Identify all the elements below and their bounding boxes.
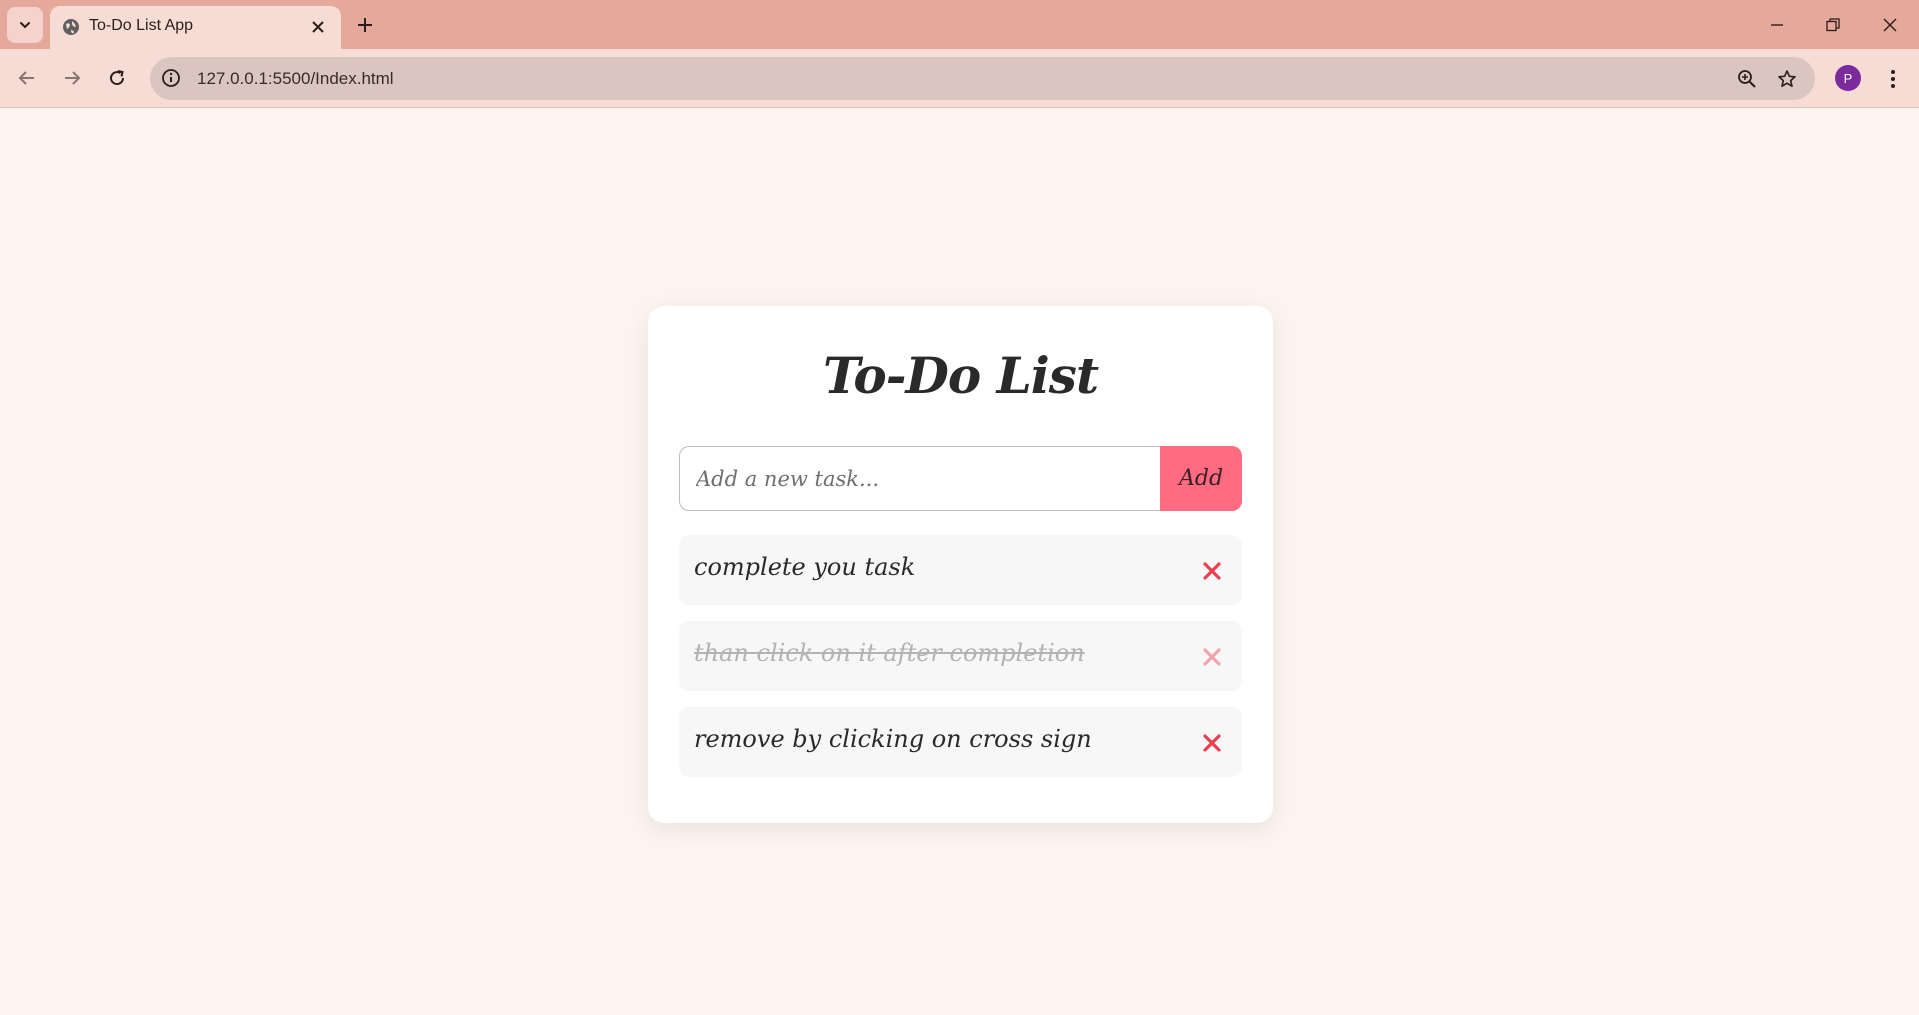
tab-search-button[interactable] — [7, 7, 43, 43]
task-input[interactable] — [679, 446, 1160, 511]
task-item[interactable]: than click on it after completion — [679, 621, 1242, 691]
minimize-button[interactable] — [1762, 10, 1792, 40]
task-item[interactable]: complete you task — [679, 535, 1242, 605]
more-vertical-icon — [1891, 70, 1895, 88]
page-title: To-Do List — [822, 346, 1099, 405]
close-icon — [1203, 734, 1221, 752]
site-info-icon[interactable] — [160, 67, 182, 89]
browser-tab[interactable]: To-Do List App — [50, 6, 341, 49]
delete-task-button[interactable] — [1200, 731, 1224, 755]
window-close-button[interactable] — [1875, 10, 1905, 40]
task-list: complete you task than click on it after … — [679, 535, 1242, 793]
close-icon — [1883, 18, 1897, 32]
zoom-in-icon — [1738, 70, 1756, 88]
reload-button[interactable] — [101, 62, 133, 94]
close-icon — [1203, 562, 1221, 580]
add-button[interactable]: Add — [1160, 446, 1242, 511]
task-text: than click on it after completion — [694, 639, 1085, 667]
browser-tab-strip: To-Do List App — [0, 0, 1919, 49]
task-text: complete you task — [694, 553, 916, 581]
zoom-button[interactable] — [1735, 67, 1759, 91]
reload-icon — [110, 70, 125, 86]
bookmark-button[interactable] — [1775, 67, 1799, 91]
todo-card: To-Do List Add complete you task than cli… — [648, 306, 1273, 823]
back-button[interactable] — [11, 62, 43, 94]
address-bar[interactable]: 127.0.0.1:5500/Index.html — [150, 57, 1815, 100]
plus-icon — [358, 18, 372, 32]
arrow-left-icon — [18, 71, 34, 85]
minimize-icon — [1771, 24, 1783, 26]
chevron-down-icon — [20, 22, 30, 29]
tab-title: To-Do List App — [89, 17, 194, 34]
forward-button[interactable] — [56, 62, 88, 94]
globe-icon — [63, 19, 79, 35]
url-text[interactable]: 127.0.0.1:5500/Index.html — [197, 69, 394, 89]
restore-button[interactable] — [1818, 10, 1848, 40]
delete-task-button[interactable] — [1200, 559, 1224, 583]
star-icon — [1778, 70, 1796, 87]
browser-menu-button[interactable] — [1880, 64, 1906, 94]
profile-avatar[interactable]: P — [1835, 65, 1861, 91]
restore-icon — [1826, 18, 1840, 32]
task-text: remove by clicking on cross sign — [694, 725, 1092, 753]
delete-task-button[interactable] — [1200, 645, 1224, 669]
add-task-form: Add — [679, 446, 1242, 511]
browser-toolbar: 127.0.0.1:5500/Index.html P — [0, 49, 1919, 108]
arrow-right-icon — [65, 71, 81, 85]
tab-close-button[interactable] — [307, 16, 329, 38]
task-item[interactable]: remove by clicking on cross sign — [679, 707, 1242, 777]
close-icon — [312, 21, 324, 33]
close-icon — [1203, 648, 1221, 666]
new-tab-button[interactable] — [352, 12, 378, 38]
